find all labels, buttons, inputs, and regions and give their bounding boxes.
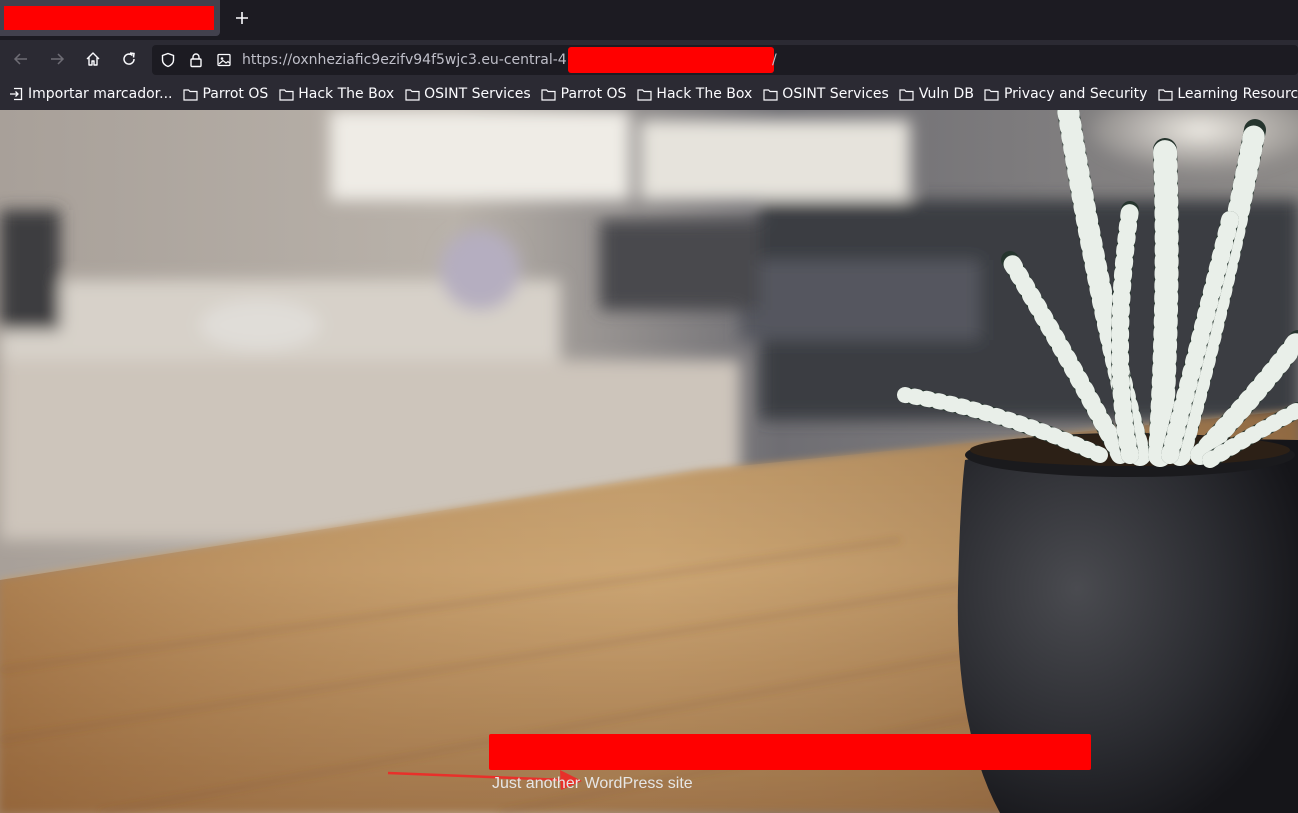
bookmark-label: Vuln DB — [918, 86, 974, 102]
bookmark-folder-vuln-db[interactable]: Vuln DB — [899, 82, 974, 106]
tab-bar — [0, 0, 1298, 38]
active-tab[interactable] — [0, 0, 220, 36]
tracking-protection-button[interactable] — [159, 51, 177, 69]
bookmark-folder-learning-resources[interactable]: Learning Resources — [1157, 82, 1298, 106]
folder-icon — [636, 86, 652, 102]
bookmark-label: Hack The Box — [298, 86, 395, 102]
folder-icon — [541, 86, 557, 102]
bookmark-folder-parrot-os-2[interactable]: Parrot OS — [541, 82, 627, 106]
url-text-suffix: / — [772, 52, 777, 68]
permissions-button[interactable] — [215, 51, 233, 69]
home-icon — [86, 52, 100, 66]
bookmark-label: Hack The Box — [656, 86, 753, 102]
folder-icon — [984, 86, 1000, 102]
folder-icon — [1157, 86, 1173, 102]
forward-button[interactable] — [45, 47, 69, 71]
redacted-url-segment — [568, 47, 774, 73]
arrow-left-icon — [13, 53, 27, 65]
folder-icon — [278, 86, 294, 102]
new-tab-button[interactable] — [230, 6, 254, 30]
plus-icon — [236, 12, 248, 24]
bookmark-label: Parrot OS — [202, 86, 269, 102]
browser-window: https://oxnheziafic9ezifv94f5wjc3.eu-cen… — [0, 0, 1298, 813]
arrow-right-icon — [51, 53, 65, 65]
bookmark-label: Importar marcador... — [28, 86, 173, 102]
lock-icon — [190, 53, 202, 68]
folder-icon — [762, 86, 778, 102]
site-security-button[interactable] — [187, 51, 205, 69]
bookmarks-toolbar: Importar marcador... Parrot OS Hack The … — [0, 78, 1298, 110]
bookmark-folder-hack-the-box-2[interactable]: Hack The Box — [636, 82, 752, 106]
bookmark-label: OSINT Services — [424, 86, 531, 102]
home-button[interactable] — [81, 47, 105, 71]
folder-icon — [404, 86, 420, 102]
folder-icon — [899, 86, 915, 102]
redacted-site-title — [489, 734, 1091, 770]
reload-button[interactable] — [117, 47, 141, 71]
address-bar[interactable]: https://oxnheziafic9ezifv94f5wjc3.eu-cen… — [152, 45, 1298, 75]
reload-icon — [123, 52, 135, 65]
folder-icon — [182, 86, 198, 102]
bookmark-label: Privacy and Security — [1003, 86, 1148, 102]
bookmark-label: Learning Resources — [1177, 86, 1298, 102]
bookmark-folder-privacy-and-security[interactable]: Privacy and Security — [984, 82, 1147, 106]
bookmark-folder-osint-services[interactable]: OSINT Services — [404, 82, 531, 106]
import-icon — [8, 86, 24, 102]
bookmark-folder-hack-the-box[interactable]: Hack The Box — [278, 82, 394, 106]
bookmark-folder-osint-services-2[interactable]: OSINT Services — [762, 82, 889, 106]
bookmark-label: OSINT Services — [782, 86, 889, 102]
shield-icon — [161, 52, 175, 68]
bookmark-label: Parrot OS — [560, 86, 627, 102]
back-button[interactable] — [9, 47, 33, 71]
header-image — [0, 110, 1298, 813]
bookmark-folder-parrot-os[interactable]: Parrot OS — [182, 82, 268, 106]
site-tagline: Just another WordPress site — [492, 775, 693, 792]
bookmark-import[interactable]: Importar marcador... — [8, 82, 172, 106]
url-text: https://oxnheziafic9ezifv94f5wjc3.eu-cen… — [242, 52, 567, 68]
navigation-bar: https://oxnheziafic9ezifv94f5wjc3.eu-cen… — [0, 40, 1298, 78]
image-icon — [217, 53, 231, 67]
redacted-tab-title — [4, 6, 214, 30]
page-content: Just another WordPress site — [0, 110, 1298, 813]
